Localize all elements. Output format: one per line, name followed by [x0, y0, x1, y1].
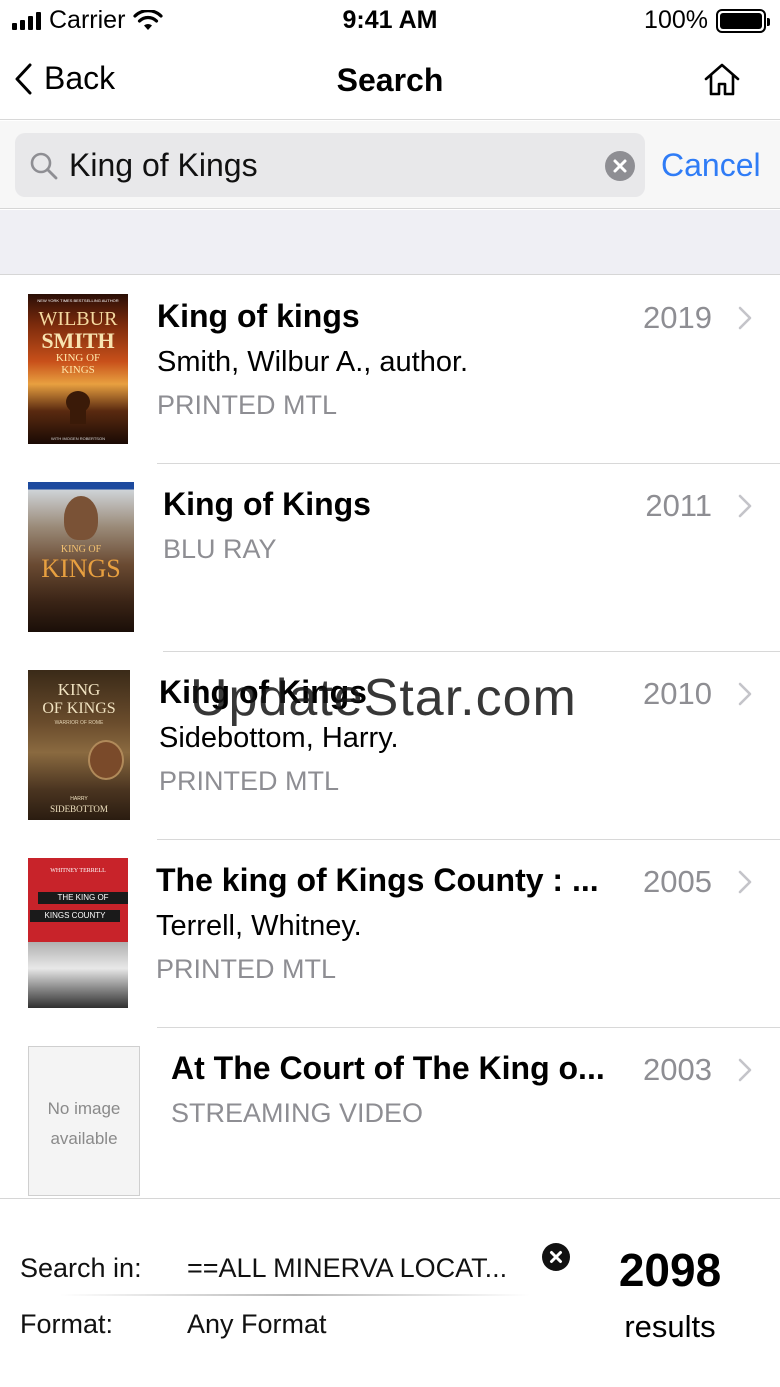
result-year: 2019	[643, 300, 712, 335]
result-year: 2010	[643, 676, 712, 711]
format-label: Format:	[20, 1309, 114, 1339]
back-button[interactable]: Back	[14, 60, 115, 97]
result-title: King of Kings	[163, 486, 371, 522]
search-field[interactable]	[15, 133, 645, 197]
home-icon[interactable]	[702, 60, 742, 100]
status-right: 100%	[644, 6, 770, 35]
result-title: At The Court of The King o...	[171, 1050, 605, 1086]
chevron-right-icon	[738, 1058, 752, 1082]
cover-subtitle: WARRIOR OF ROME	[54, 720, 104, 726]
cover-title-line-2: KINGS	[41, 554, 121, 583]
result-title: King of Kings	[159, 674, 367, 710]
search-icon	[30, 152, 58, 180]
result-author: Terrell, Whitney.	[156, 910, 362, 942]
chevron-right-icon	[738, 306, 752, 330]
result-row[interactable]: WHITNEY TERRELL THE KING OF KINGS COUNTY…	[0, 840, 780, 1028]
cover-title-line-1: KING	[57, 680, 101, 699]
chevron-right-icon	[738, 870, 752, 894]
search-filter-panel: Search in: ==ALL MINERVA LOCAT... Format…	[0, 1198, 780, 1387]
cover-author-last: SIDEBOTTOM	[50, 804, 108, 814]
cover-title-line-2: KINGS COUNTY	[30, 910, 120, 922]
no-image-text-line-2: available	[50, 1129, 118, 1148]
cover-author-last: SMITH	[41, 328, 115, 353]
results-count-label: results	[624, 1309, 716, 1344]
search-in-label: Search in:	[20, 1253, 142, 1283]
chevron-right-icon	[738, 682, 752, 706]
result-row[interactable]: No image available At The Court of The K…	[0, 1028, 780, 1198]
no-image-text-line-1: No image	[47, 1099, 121, 1118]
result-format: STREAMING VIDEO	[171, 1098, 424, 1128]
format-selector[interactable]: Any Format	[187, 1309, 327, 1340]
result-year: 2005	[643, 864, 712, 899]
results-list: NEW YORK TIMES BESTSELLING AUTHOR WILBUR…	[0, 276, 780, 1198]
battery-percent: 100%	[644, 6, 708, 34]
section-header	[0, 210, 780, 275]
field-divider	[60, 1294, 530, 1296]
cover-title-line-1: KING OF	[55, 352, 101, 364]
back-label: Back	[44, 60, 116, 96]
chevron-left-icon	[15, 63, 32, 94]
result-year: 2011	[645, 488, 712, 523]
search-bar: Cancel	[0, 121, 780, 209]
chevron-right-icon	[738, 494, 752, 518]
result-format: PRINTED MTL	[156, 954, 337, 984]
clear-search-icon[interactable]	[605, 151, 635, 181]
status-bar: Carrier 9:41 AM 100%	[0, 0, 780, 44]
result-row[interactable]: KING OF KINGS WARRIOR OF ROME HARRY SIDE…	[0, 652, 780, 840]
result-format: BLU RAY	[163, 534, 277, 564]
shield-illustration	[88, 740, 124, 780]
cover-top-text: NEW YORK TIMES BESTSELLING AUTHOR	[37, 298, 119, 303]
result-title: The king of Kings County : ...	[156, 862, 599, 898]
result-row[interactable]: KING OF KINGS King of Kings BLU RAY 2011	[0, 464, 780, 652]
cancel-button[interactable]: Cancel	[661, 147, 761, 184]
search-input[interactable]	[69, 141, 589, 189]
result-year: 2003	[643, 1052, 712, 1087]
lion-illustration	[66, 391, 90, 424]
result-title: King of kings	[157, 298, 360, 334]
cover-author: WHITNEY TERRELL	[50, 868, 106, 874]
book-cover-image: KING OF KINGS WARRIOR OF ROME HARRY SIDE…	[28, 670, 130, 820]
result-row[interactable]: NEW YORK TIMES BESTSELLING AUTHOR WILBUR…	[0, 276, 780, 464]
clear-location-icon[interactable]	[542, 1243, 570, 1271]
page-title: Search	[336, 62, 444, 98]
cover-title-line-2: KINGS	[61, 364, 95, 376]
no-image-placeholder: No image available	[28, 1046, 140, 1196]
search-in-location[interactable]: ==ALL MINERVA LOCAT...	[187, 1253, 507, 1284]
result-author: Sidebottom, Harry.	[159, 722, 399, 754]
cover-author-first: HARRY	[70, 796, 88, 802]
navigation-bar: Back Search	[0, 44, 780, 120]
cover-title-line-2: OF KINGS	[42, 700, 116, 717]
bluray-cover-image: KING OF KINGS	[28, 482, 134, 632]
car-photo	[28, 942, 128, 1008]
battery-icon	[716, 8, 770, 33]
result-author: Smith, Wilbur A., author.	[157, 346, 469, 378]
result-format: PRINTED MTL	[157, 390, 338, 420]
figure-silhouette	[64, 496, 98, 540]
result-format: PRINTED MTL	[159, 766, 340, 796]
cover-footer-text: WITH IMOGEN ROBERTSON	[51, 436, 105, 441]
cover-title-line-1: THE KING OF	[38, 892, 128, 904]
book-cover-image: WHITNEY TERRELL THE KING OF KINGS COUNTY	[28, 858, 128, 1008]
book-cover-image: NEW YORK TIMES BESTSELLING AUTHOR WILBUR…	[28, 294, 128, 444]
results-count: 2098	[618, 1244, 722, 1296]
